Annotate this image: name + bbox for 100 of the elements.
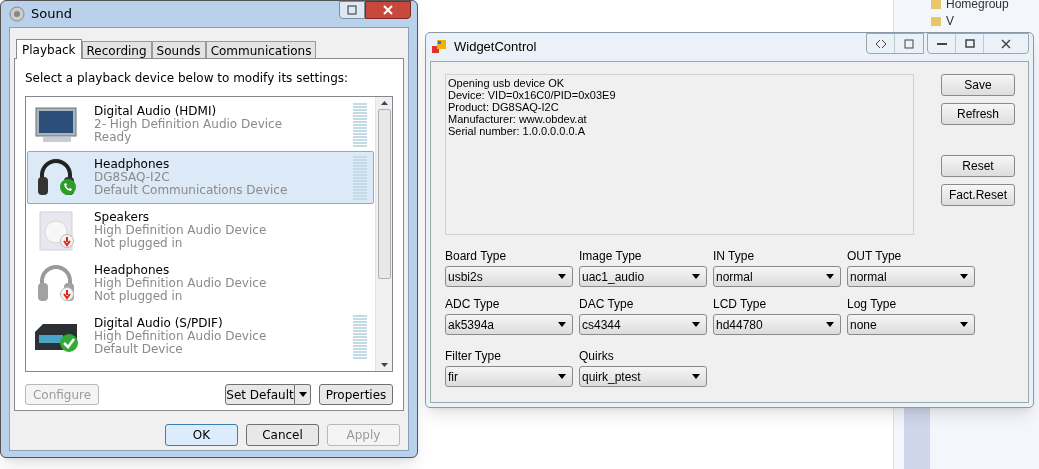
field-label: Board Type: [445, 249, 508, 263]
caret-icon: [558, 274, 566, 279]
action-button[interactable]: Refresh: [941, 103, 1015, 125]
device-description: DG8SAQ-I2C: [94, 171, 171, 184]
device-name: Headphones: [94, 264, 170, 277]
monitor-icon: [33, 104, 79, 145]
caret-icon: [558, 374, 566, 379]
dialog-button[interactable]: Cancel: [246, 424, 319, 446]
maximize-icon: [964, 39, 975, 48]
dropdown-value: normal: [850, 268, 887, 286]
dropdown[interactable]: none: [847, 314, 975, 335]
folder-icon: [930, 0, 942, 10]
action-button[interactable]: Save: [941, 74, 1015, 96]
dropdown[interactable]: usbi2s: [445, 266, 573, 287]
dropdown-arrow-button[interactable]: [295, 384, 311, 405]
dropdown[interactable]: ak5394a: [445, 314, 573, 335]
app-icon: [432, 40, 446, 54]
tab[interactable]: Recording: [81, 41, 152, 58]
level-meter-drawing: [353, 154, 367, 201]
speaker-app-icon: [9, 6, 25, 22]
tab[interactable]: Sounds: [151, 41, 206, 58]
device-item[interactable]: Digital Audio (S/PDIF) High Definition Audio Device Default Device: [27, 310, 374, 363]
dropdown-value: uac1_audio: [582, 268, 645, 286]
dialog-button[interactable]: Properties: [319, 384, 393, 405]
dropdown[interactable]: normal: [713, 266, 841, 287]
field-label: LCD Type: [713, 297, 768, 311]
folder-icon: [930, 15, 942, 27]
field-label: Quirks: [579, 349, 615, 363]
log-line: Opening usb device OK: [448, 77, 566, 89]
speaker-icon: [37, 209, 75, 252]
phone-badge-icon: [60, 178, 76, 195]
unplugged-badge-icon: [60, 286, 74, 301]
dialog-button[interactable]: OK: [165, 424, 238, 446]
window-icon: [904, 38, 914, 49]
action-button[interactable]: Reset: [941, 155, 1015, 177]
dropdown-value: cs4344: [582, 316, 621, 334]
dropdown-value: none: [850, 316, 877, 334]
field-label: Image Type: [579, 249, 643, 263]
field-label: DAC Type: [579, 297, 635, 311]
log-line: Product: DG8SAQ-I2C: [448, 101, 560, 113]
left-right-arrows-icon: [874, 38, 887, 49]
device-status: Default Device: [94, 343, 184, 356]
field-label: Log Type: [847, 297, 898, 311]
dropdown-value: hd44780: [716, 316, 763, 334]
nav-item[interactable]: Homegroup: [946, 0, 1009, 13]
caret-icon: [692, 322, 700, 327]
device-description: 2- High Definition Audio Device: [94, 118, 283, 131]
action-button[interactable]: Fact.Reset: [941, 184, 1015, 206]
snap-button[interactable]: [339, 1, 365, 19]
window-title: Sound: [31, 5, 72, 24]
device-description: High Definition Audio Device: [94, 277, 267, 290]
caret-icon: [826, 274, 834, 279]
close-button[interactable]: [365, 1, 411, 19]
dialog-button[interactable]: Set Default: [225, 384, 295, 405]
device-name: Digital Audio (HDMI): [94, 105, 217, 118]
dropdown-value: ak5394a: [448, 316, 495, 334]
checkmark-badge-icon: [60, 333, 78, 352]
log-line: Device: VID=0x16C0/PID=0x03E9: [448, 89, 617, 101]
close-icon: [383, 5, 393, 15]
device-name: Headphones: [94, 158, 171, 171]
dropdown-value: fir: [448, 368, 458, 386]
unplugged-badge-icon: [60, 233, 74, 248]
dropdown[interactable]: quirk_ptest: [579, 366, 707, 387]
scroll-down-icon: [380, 363, 388, 367]
scrollbar[interactable]: [375, 97, 392, 371]
window-icon: [347, 5, 357, 15]
caret-icon: [298, 392, 307, 397]
field-label: ADC Type: [445, 297, 501, 311]
dropdown[interactable]: fir: [445, 366, 573, 387]
dropdown[interactable]: normal: [847, 266, 975, 287]
dropdown[interactable]: uac1_audio: [579, 266, 707, 287]
dropdown-value: usbi2s: [448, 268, 483, 286]
caret-icon: [692, 374, 700, 379]
device-item[interactable]: Digital Audio (HDMI) 2- High Definition Audio Device Ready: [27, 98, 374, 151]
dropdown[interactable]: hd44780: [713, 314, 841, 335]
nav-item[interactable]: V: [946, 12, 954, 30]
scroll-up-icon: [380, 101, 388, 105]
window-title: WidgetControl: [454, 38, 537, 57]
tab[interactable]: Playback: [16, 39, 82, 59]
device-description: High Definition Audio Device: [94, 330, 267, 343]
caret-icon: [558, 322, 566, 327]
dropdown[interactable]: cs4344: [579, 314, 707, 335]
instruction-text: Select a playback device below to modify its settings:: [25, 70, 350, 87]
caret-icon: [960, 322, 968, 327]
device-description: High Definition Audio Device: [94, 224, 267, 237]
log-line: Serial number: 1.0.0.0.0.0.A: [448, 125, 586, 137]
level-meter-drawing: [353, 313, 367, 360]
tab[interactable]: Communications: [205, 41, 317, 58]
device-item[interactable]: Headphones DG8SAQ-I2C Default Communications Device: [27, 151, 374, 204]
dropdown-value: quirk_ptest: [582, 368, 641, 386]
device-name: Digital Audio (S/PDIF): [94, 317, 224, 330]
caret-icon: [692, 274, 700, 279]
device-status: Not plugged in: [94, 237, 184, 250]
scrollbar-thumb[interactable]: [377, 109, 391, 279]
log-line: Manufacturer: www.obdev.at: [448, 113, 588, 125]
device-name: Speakers: [94, 211, 150, 224]
field-label: Filter Type: [445, 349, 502, 363]
field-label: IN Type: [713, 249, 756, 263]
dropdown-value: normal: [716, 268, 753, 286]
field-label: OUT Type: [847, 249, 903, 263]
